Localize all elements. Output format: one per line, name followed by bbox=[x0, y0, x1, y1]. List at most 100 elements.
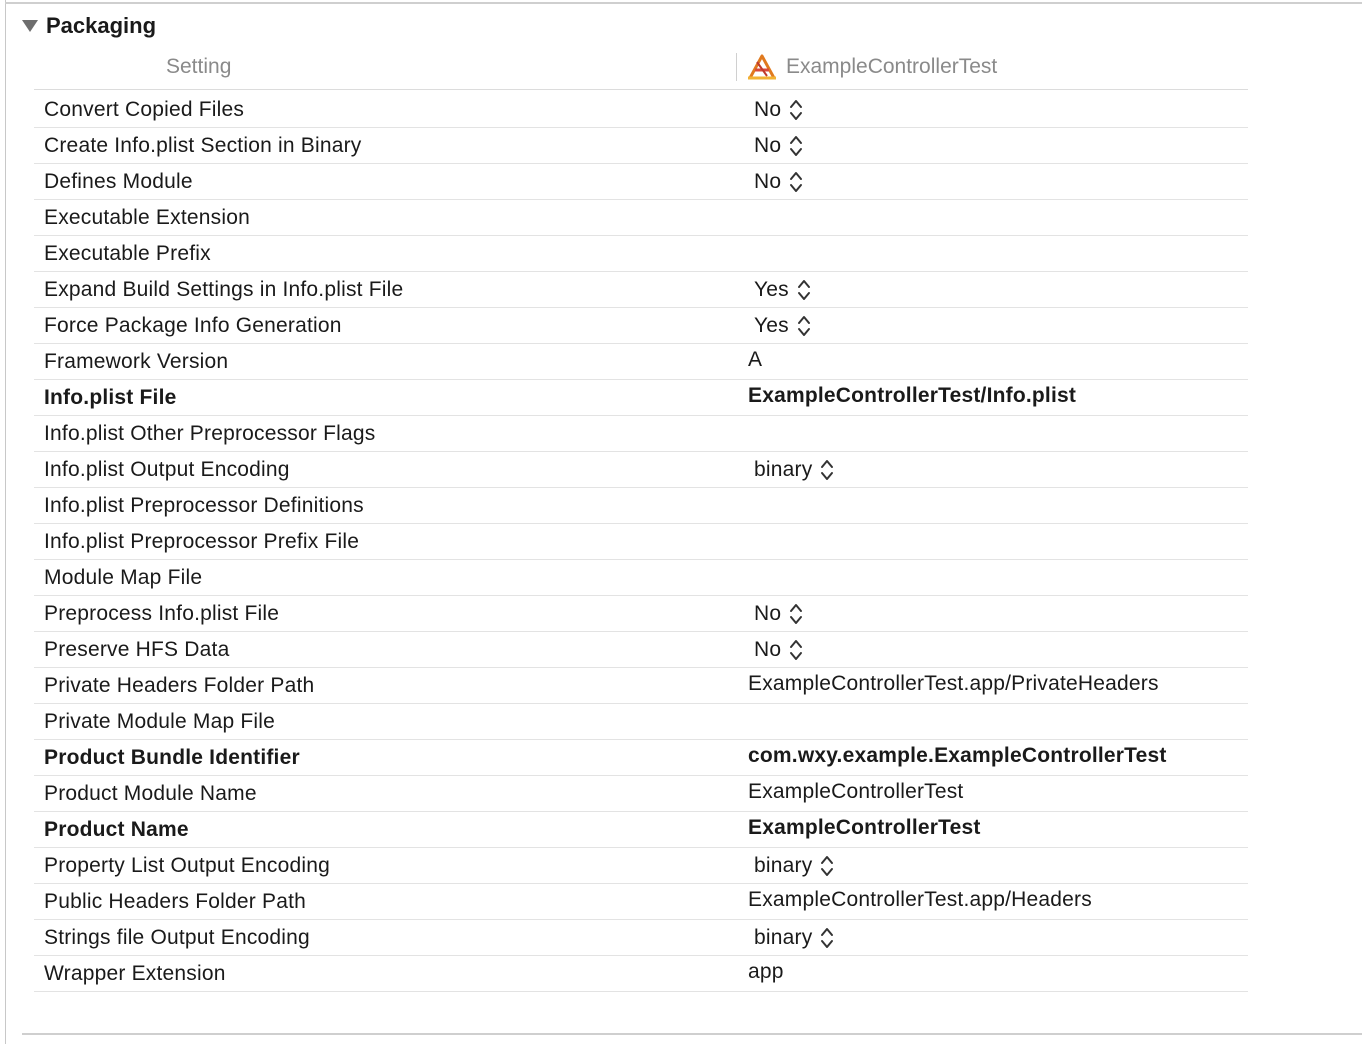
setting-value[interactable]: ExampleControllerTest/Info.plist bbox=[748, 383, 1076, 409]
setting-value-text: app bbox=[748, 960, 784, 983]
disclosure-triangle-open-icon[interactable] bbox=[22, 20, 38, 32]
setting-value[interactable]: com.wxy.example.ExampleControllerTest bbox=[748, 743, 1167, 769]
setting-row[interactable]: Product Name ExampleControllerTest bbox=[34, 812, 1248, 848]
setting-label: Info.plist Preprocessor Definitions bbox=[44, 494, 364, 517]
setting-value-popup[interactable]: binary bbox=[754, 853, 834, 879]
setting-row[interactable]: Framework Version A bbox=[34, 344, 1248, 380]
setting-value-text: binary bbox=[754, 926, 813, 949]
setting-label: Preserve HFS Data bbox=[44, 638, 230, 661]
setting-row[interactable]: Force Package Info Generation Yes bbox=[34, 308, 1248, 344]
setting-row[interactable]: Convert Copied Files No bbox=[34, 92, 1248, 128]
setting-value-text: com.wxy.example.ExampleControllerTest bbox=[748, 744, 1167, 767]
setting-row[interactable]: Expand Build Settings in Info.plist File… bbox=[34, 272, 1248, 308]
setting-value[interactable]: ExampleControllerTest.app/PrivateHeaders bbox=[748, 671, 1159, 697]
setting-value-text: No bbox=[754, 134, 782, 157]
up-down-chevron-icon[interactable] bbox=[820, 926, 834, 950]
target-column-header[interactable]: ExampleControllerTest bbox=[736, 48, 997, 86]
setting-label: Wrapper Extension bbox=[44, 962, 226, 985]
setting-value-text: No bbox=[754, 170, 782, 193]
target-column-label: ExampleControllerTest bbox=[786, 55, 998, 78]
setting-label: Executable Prefix bbox=[44, 242, 211, 265]
setting-value-popup[interactable]: binary bbox=[754, 925, 834, 951]
setting-value-popup[interactable]: No bbox=[754, 133, 803, 159]
setting-row[interactable]: Public Headers Folder Path ExampleControl… bbox=[34, 884, 1248, 920]
up-down-chevron-icon[interactable] bbox=[789, 602, 803, 626]
setting-label: Expand Build Settings in Info.plist File bbox=[44, 278, 404, 301]
setting-row[interactable]: Info.plist Other Preprocessor Flags bbox=[34, 416, 1248, 452]
setting-row[interactable]: Info.plist File ExampleControllerTest/Inf… bbox=[34, 380, 1248, 416]
setting-row[interactable]: Private Module Map File bbox=[34, 704, 1248, 740]
setting-value[interactable]: ExampleControllerTest.app/Headers bbox=[748, 887, 1092, 913]
setting-row[interactable]: Executable Prefix bbox=[34, 236, 1248, 272]
up-down-chevron-icon[interactable] bbox=[820, 458, 834, 482]
setting-label: Info.plist Output Encoding bbox=[44, 458, 290, 481]
setting-row[interactable]: Module Map File bbox=[34, 560, 1248, 596]
up-down-chevron-icon[interactable] bbox=[820, 854, 834, 878]
setting-value-text: ExampleControllerTest/Info.plist bbox=[748, 384, 1077, 407]
setting-value-text: No bbox=[754, 602, 782, 625]
setting-row[interactable]: Defines Module No bbox=[34, 164, 1248, 200]
setting-value-popup[interactable]: No bbox=[754, 637, 803, 663]
setting-label: Defines Module bbox=[44, 170, 193, 193]
setting-row[interactable]: Create Info.plist Section in Binary No bbox=[34, 128, 1248, 164]
setting-value-text: No bbox=[754, 638, 782, 661]
setting-row[interactable]: Info.plist Output Encoding binary bbox=[34, 452, 1248, 488]
up-down-chevron-icon[interactable] bbox=[789, 134, 803, 158]
setting-value-popup[interactable]: No bbox=[754, 169, 803, 195]
setting-row[interactable]: Private Headers Folder Path ExampleContro… bbox=[34, 668, 1248, 704]
panel-top-border bbox=[5, 2, 1362, 4]
setting-label: Private Module Map File bbox=[44, 710, 276, 733]
section-bottom-divider bbox=[22, 1033, 1362, 1035]
setting-value-popup[interactable]: Yes bbox=[754, 277, 811, 303]
setting-value[interactable]: ExampleControllerTest bbox=[748, 815, 981, 841]
setting-value-popup[interactable]: Yes bbox=[754, 313, 811, 339]
setting-row[interactable]: Info.plist Preprocessor Definitions bbox=[34, 488, 1248, 524]
setting-value-text: ExampleControllerTest.app/PrivateHeaders bbox=[748, 672, 1159, 695]
setting-row[interactable]: Product Bundle Identifier com.wxy.example… bbox=[34, 740, 1248, 776]
setting-label: Property List Output Encoding bbox=[44, 854, 330, 877]
up-down-chevron-icon[interactable] bbox=[789, 170, 803, 194]
setting-label: Preprocess Info.plist File bbox=[44, 602, 280, 625]
setting-value[interactable]: A bbox=[748, 347, 762, 373]
up-down-chevron-icon[interactable] bbox=[797, 314, 811, 338]
section-title: Packaging bbox=[46, 13, 157, 38]
setting-value-text: A bbox=[748, 348, 763, 371]
setting-label: Info.plist Preprocessor Prefix File bbox=[44, 530, 360, 553]
setting-label: Framework Version bbox=[44, 350, 229, 373]
setting-label: Private Headers Folder Path bbox=[44, 674, 315, 697]
settings-table: Convert Copied Files No Create Info.plist … bbox=[34, 92, 1248, 992]
setting-label: Product Module Name bbox=[44, 782, 257, 805]
setting-label: Product Name bbox=[44, 818, 189, 841]
setting-row[interactable]: Preserve HFS Data No bbox=[34, 632, 1248, 668]
setting-column-header[interactable]: Setting bbox=[166, 48, 231, 86]
setting-value-popup[interactable]: No bbox=[754, 97, 803, 123]
xcode-app-target-icon bbox=[748, 54, 776, 80]
setting-row[interactable]: Preprocess Info.plist File No bbox=[34, 596, 1248, 632]
setting-value-text: Yes bbox=[754, 278, 789, 301]
setting-row[interactable]: Info.plist Preprocessor Prefix File bbox=[34, 524, 1248, 560]
up-down-chevron-icon[interactable] bbox=[789, 638, 803, 662]
up-down-chevron-icon[interactable] bbox=[789, 98, 803, 122]
header-divider bbox=[34, 89, 1248, 90]
panel-left-border bbox=[5, 0, 6, 1044]
setting-row[interactable]: Property List Output Encoding binary bbox=[34, 848, 1248, 884]
setting-value[interactable]: ExampleControllerTest bbox=[748, 779, 963, 805]
setting-label: Product Bundle Identifier bbox=[44, 746, 300, 769]
setting-value[interactable]: app bbox=[748, 959, 784, 985]
setting-value-text: ExampleControllerTest.app/Headers bbox=[748, 888, 1092, 911]
column-separator bbox=[736, 53, 737, 81]
setting-label: Module Map File bbox=[44, 566, 203, 589]
setting-row[interactable]: Executable Extension bbox=[34, 200, 1248, 236]
setting-value-text: binary bbox=[754, 854, 813, 877]
setting-label: Convert Copied Files bbox=[44, 98, 245, 121]
up-down-chevron-icon[interactable] bbox=[797, 278, 811, 302]
setting-value-popup[interactable]: No bbox=[754, 601, 803, 627]
setting-value-text: No bbox=[754, 98, 782, 121]
setting-value-text: Yes bbox=[754, 314, 789, 337]
setting-row[interactable]: Product Module Name ExampleControllerTest bbox=[34, 776, 1248, 812]
setting-row[interactable]: Strings file Output Encoding binary bbox=[34, 920, 1248, 956]
setting-row[interactable]: Wrapper Extension app bbox=[34, 956, 1248, 992]
packaging-section-header[interactable]: Packaging bbox=[22, 12, 156, 40]
setting-value-popup[interactable]: binary bbox=[754, 457, 834, 483]
setting-column-label: Setting bbox=[166, 55, 232, 78]
